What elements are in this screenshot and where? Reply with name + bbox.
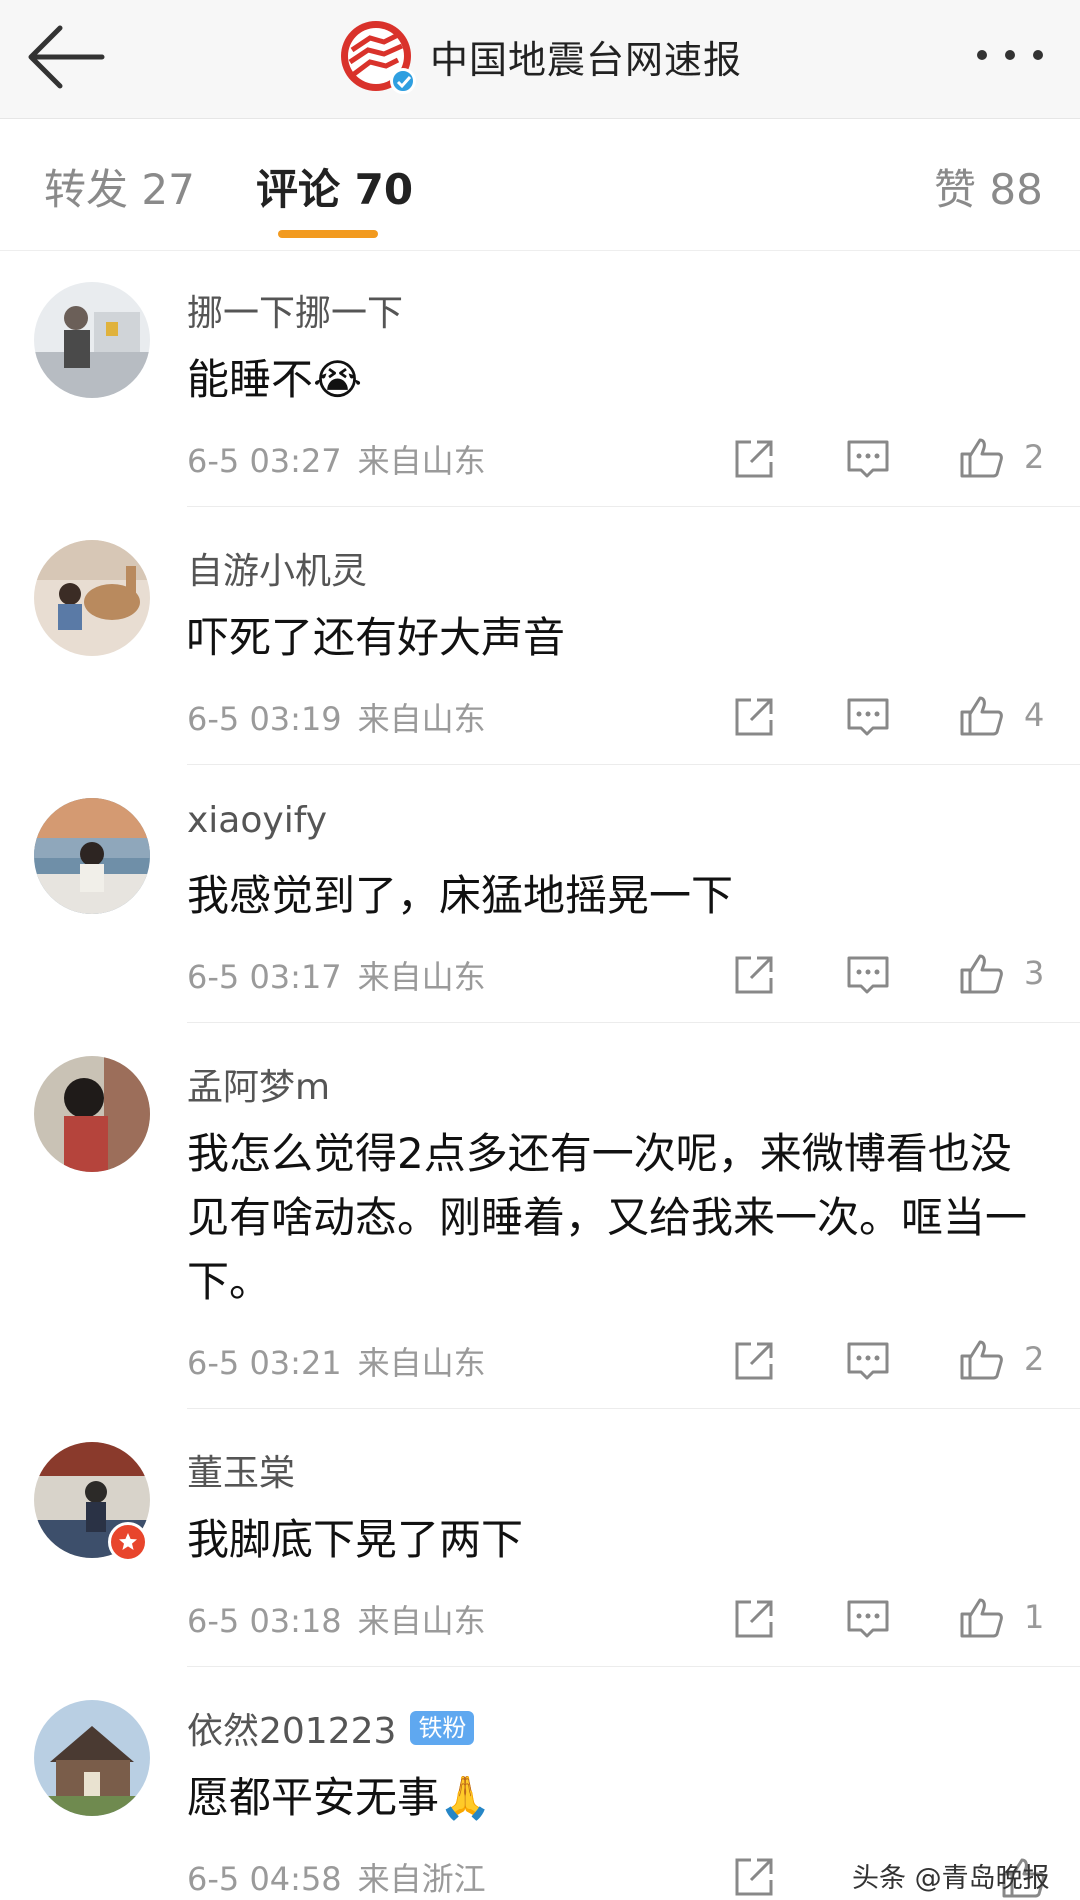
- like-icon[interactable]: [958, 1336, 1004, 1382]
- comment-meta: 6-5 03:17 来自山东: [187, 952, 486, 998]
- account-header[interactable]: 中国地震台网速报: [340, 18, 742, 94]
- divider: [187, 1666, 1080, 1667]
- avatar[interactable]: [34, 1700, 150, 1816]
- comment-icon[interactable]: [845, 694, 891, 740]
- comment-username[interactable]: 自游小机灵: [187, 542, 367, 594]
- divider: [187, 1022, 1080, 1023]
- share-icon[interactable]: [731, 1854, 777, 1900]
- comment-icon[interactable]: [845, 1596, 891, 1642]
- comment-text: 吓死了还有好大声音: [187, 613, 566, 662]
- comment-item: 董玉棠 我脚底下晃了两下 6-5 03:18 来自山东 1: [0, 1410, 1080, 1668]
- comment-text: 我感觉到了，床猛地摇晃一下: [187, 871, 734, 920]
- back-button[interactable]: [24, 22, 108, 92]
- avatar[interactable]: [34, 798, 150, 914]
- comment-text: 能睡不😭: [187, 355, 363, 404]
- comment-item: 自游小机灵 吓死了还有好大声音 6-5 03:19 来自山东 4: [0, 508, 1080, 766]
- comment-time: 6-5 03:19: [187, 700, 342, 738]
- like-count: 1: [1024, 1598, 1045, 1636]
- share-icon[interactable]: [731, 952, 777, 998]
- more-options-button[interactable]: [970, 40, 1050, 70]
- tab-comments[interactable]: 评论 70: [256, 156, 413, 217]
- verified-check-icon: [390, 68, 416, 94]
- comment-icon[interactable]: [845, 1338, 891, 1384]
- comment-username[interactable]: 董玉棠: [187, 1444, 295, 1496]
- like-icon[interactable]: [958, 434, 1004, 480]
- like-icon[interactable]: [958, 1594, 1004, 1640]
- comment-icon[interactable]: [845, 436, 891, 482]
- comment-meta: 6-5 03:27 来自山东: [187, 436, 486, 482]
- divider: [187, 764, 1080, 765]
- like-count: 3: [1024, 954, 1045, 992]
- comment-icon[interactable]: [845, 952, 891, 998]
- comment-location: 来自山东: [357, 1344, 486, 1382]
- like-count: 2: [1024, 1340, 1045, 1378]
- comment-username[interactable]: 孟阿梦m: [187, 1058, 330, 1110]
- more-dots-icon: [977, 50, 1043, 60]
- comment-time: 6-5 04:58: [187, 1860, 342, 1898]
- comment-time: 6-5 03:27: [187, 442, 342, 480]
- comment-item: 挪一下挪一下 能睡不😭 6-5 03:27 来自山东 2: [0, 250, 1080, 508]
- share-icon[interactable]: [731, 1596, 777, 1642]
- like-icon[interactable]: [958, 692, 1004, 738]
- comment-location: 来自山东: [357, 958, 486, 996]
- like-count: 4: [1024, 696, 1045, 734]
- comment-meta: 6-5 03:19 来自山东: [187, 694, 486, 740]
- active-tab-indicator: [278, 230, 378, 238]
- share-icon[interactable]: [731, 1338, 777, 1384]
- avatar[interactable]: [34, 540, 150, 656]
- account-avatar[interactable]: [340, 20, 416, 94]
- comment-time: 6-5 03:18: [187, 1602, 342, 1640]
- comment-meta: 6-5 03:21 来自山东: [187, 1338, 486, 1384]
- comment-location: 来自山东: [357, 1602, 486, 1640]
- page-title: 中国地震台网速报: [430, 37, 743, 82]
- fan-badge: 铁粉: [410, 1711, 475, 1745]
- comment-username-text: 依然201223: [187, 1711, 397, 1752]
- verified-badge-icon: [108, 1522, 148, 1562]
- tab-bar: 转发 27 评论 70 赞 88: [0, 118, 1080, 251]
- comment-username[interactable]: 依然201223 铁粉: [187, 1702, 475, 1754]
- comment-time: 6-5 03:17: [187, 958, 342, 996]
- tab-reposts[interactable]: 转发 27: [44, 156, 195, 217]
- arrow-left-icon: [28, 25, 105, 89]
- top-navigation-bar: 中国地震台网速报: [0, 0, 1080, 119]
- comment-item: xiaoyify 我感觉到了，床猛地摇晃一下 6-5 03:17 来自山东 3: [0, 766, 1080, 1024]
- like-count: 2: [1024, 438, 1045, 476]
- divider: [187, 1408, 1080, 1409]
- watermark: 头条 @青岛晚报: [852, 1863, 1050, 1894]
- comment-location: 来自浙江: [357, 1860, 486, 1898]
- divider: [187, 506, 1080, 507]
- comment-text: 我脚底下晃了两下: [187, 1515, 524, 1564]
- comment-meta: 6-5 04:58 来自浙江: [187, 1854, 486, 1900]
- comment-username[interactable]: 挪一下挪一下: [187, 284, 403, 336]
- avatar[interactable]: [34, 1056, 150, 1172]
- share-icon[interactable]: [731, 436, 777, 482]
- comment-username[interactable]: xiaoyify: [187, 800, 327, 841]
- like-icon[interactable]: [958, 950, 1004, 996]
- avatar[interactable]: [34, 282, 150, 398]
- comment-meta: 6-5 03:18 来自山东: [187, 1596, 486, 1642]
- share-icon[interactable]: [731, 694, 777, 740]
- comment-text: 我怎么觉得2点多还有一次呢，来微博看也没见有啥动态。刚睡着，又给我来一次。哐当一…: [187, 1129, 1028, 1306]
- comment-item: 孟阿梦m 我怎么觉得2点多还有一次呢，来微博看也没见有啥动态。刚睡着，又给我来一…: [0, 1024, 1080, 1410]
- comment-location: 来自山东: [357, 700, 486, 738]
- comment-time: 6-5 03:21: [187, 1344, 342, 1382]
- tab-likes[interactable]: 赞 88: [934, 156, 1043, 217]
- comment-location: 来自山东: [357, 442, 486, 480]
- comment-text: 愿都平安无事🙏: [187, 1773, 492, 1822]
